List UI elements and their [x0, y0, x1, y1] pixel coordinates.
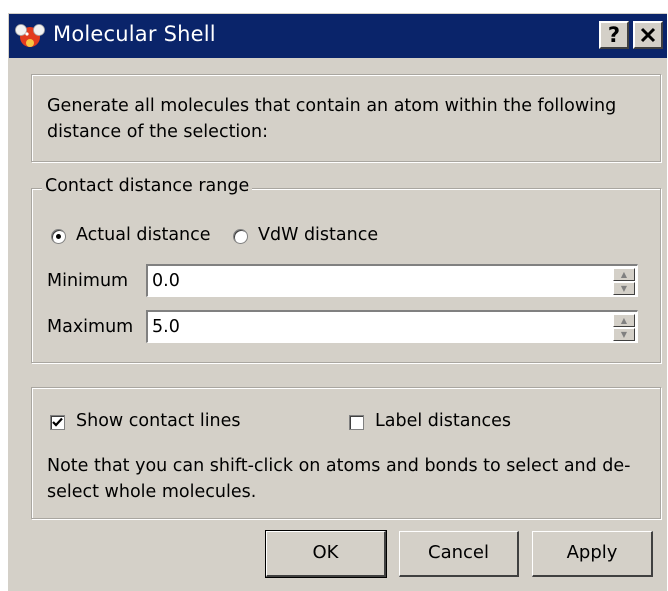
maximum-stepper[interactable]: ▲ ▼: [613, 314, 635, 341]
minimum-label: Minimum: [47, 271, 129, 291]
app-logo-icon: [15, 24, 45, 47]
radio-selected-dot: [56, 234, 61, 239]
maximum-label: Maximum: [47, 317, 134, 337]
apply-button[interactable]: Apply: [532, 531, 653, 577]
minimum-input[interactable]: [152, 270, 592, 292]
maximum-spinbox[interactable]: ▲ ▼: [146, 310, 638, 343]
ok-button[interactable]: OK: [265, 530, 387, 578]
show-contact-lines-label[interactable]: Show contact lines: [76, 411, 241, 431]
description-text: Generate all molecules that contain an a…: [47, 96, 617, 142]
checkmark-icon: [52, 417, 63, 427]
close-icon: [640, 27, 656, 43]
minimum-up-button[interactable]: ▲: [613, 268, 635, 281]
minimum-down-button[interactable]: ▼: [613, 282, 635, 295]
contact-distance-legend: Contact distance range: [42, 176, 253, 196]
minimum-spinbox[interactable]: ▲ ▼: [146, 264, 638, 297]
window-title: Molecular Shell: [53, 22, 216, 46]
cancel-button[interactable]: Cancel: [399, 531, 519, 577]
show-contact-lines-checkbox[interactable]: [50, 415, 65, 430]
note-text: Note that you can shift-click on atoms a…: [47, 456, 631, 502]
maximum-up-button[interactable]: ▲: [613, 314, 635, 327]
description-panel: Generate all molecules that contain an a…: [31, 74, 661, 162]
help-button[interactable]: ?: [599, 21, 629, 49]
close-button[interactable]: [633, 21, 663, 49]
title-bar[interactable]: Molecular Shell ?: [9, 14, 667, 58]
maximum-down-button[interactable]: ▼: [613, 328, 635, 341]
vdw-distance-radio[interactable]: [233, 229, 248, 244]
actual-distance-label[interactable]: Actual distance: [76, 225, 211, 245]
label-distances-label[interactable]: Label distances: [375, 411, 511, 431]
molecular-shell-dialog: Molecular Shell ? Generate all molecules…: [8, 13, 667, 591]
actual-distance-radio[interactable]: [51, 229, 66, 244]
maximum-input[interactable]: [152, 316, 592, 338]
minimum-stepper[interactable]: ▲ ▼: [613, 268, 635, 295]
label-distances-checkbox[interactable]: [349, 415, 364, 430]
vdw-distance-label[interactable]: VdW distance: [258, 225, 378, 245]
